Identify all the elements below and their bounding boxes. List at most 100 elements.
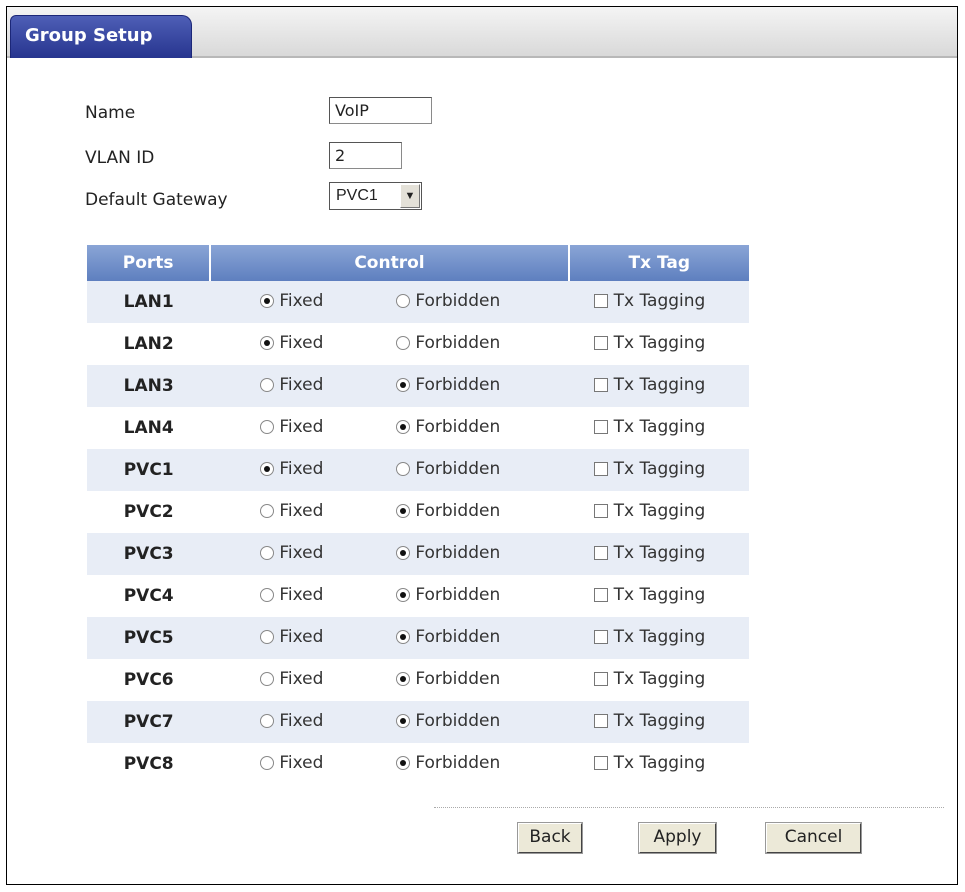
fixed-radio-option[interactable]: Fixed — [260, 459, 323, 479]
forbidden-label: Forbidden — [415, 753, 501, 773]
fixed-radio-option[interactable]: Fixed — [260, 543, 323, 563]
fixed-radio[interactable] — [260, 714, 275, 728]
header-ports: Ports — [87, 245, 212, 281]
fixed-radio[interactable] — [260, 378, 275, 392]
name-label: Name — [85, 103, 136, 123]
forbidden-radio[interactable] — [396, 756, 411, 770]
header-control: Control — [210, 245, 570, 281]
forbidden-radio[interactable] — [396, 336, 411, 350]
control-cell: Fixed Forbidden — [210, 533, 569, 575]
tx-tagging-checkbox[interactable] — [593, 504, 608, 518]
forbidden-radio-option[interactable]: Forbidden — [396, 459, 500, 479]
default-gateway-select[interactable]: PVC1 ▼ — [329, 182, 422, 210]
fixed-radio-option[interactable]: Fixed — [260, 627, 323, 647]
forbidden-radio-option[interactable]: Forbidden — [396, 753, 500, 773]
tx-tagging-option[interactable]: Tx Tagging — [593, 669, 706, 689]
tx-tagging-checkbox[interactable] — [593, 630, 608, 644]
apply-button[interactable]: Apply — [638, 822, 717, 854]
tx-tagging-checkbox[interactable] — [593, 714, 608, 728]
tx-tagging-checkbox[interactable] — [593, 588, 608, 602]
vlan-id-input[interactable]: 2 — [329, 142, 402, 169]
forbidden-radio[interactable] — [396, 294, 411, 308]
fixed-radio-option[interactable]: Fixed — [260, 417, 323, 437]
tx-tagging-checkbox[interactable] — [593, 546, 608, 560]
tx-tagging-checkbox[interactable] — [593, 378, 608, 392]
tx-tagging-option[interactable]: Tx Tagging — [593, 375, 705, 395]
fixed-radio-option[interactable]: Fixed — [260, 753, 323, 773]
tx-tagging-option[interactable]: Tx Tagging — [593, 291, 705, 311]
forbidden-radio-option[interactable]: Forbidden — [396, 375, 500, 395]
tx-tagging-option[interactable]: Tx Tagging — [593, 417, 705, 437]
table-row: LAN4 Fixed Forbidden Tx Tagging — [87, 407, 749, 449]
table-row: PVC4 Fixed Forbidden Tx Tagging — [87, 575, 749, 617]
cancel-button[interactable]: Cancel — [765, 822, 862, 854]
forbidden-radio-option[interactable]: Forbidden — [396, 543, 500, 563]
fixed-radio[interactable] — [260, 672, 275, 686]
forbidden-radio-option[interactable]: Forbidden — [396, 417, 500, 437]
control-cell: Fixed Forbidden — [210, 365, 569, 407]
fixed-radio-option[interactable]: Fixed — [260, 501, 323, 521]
forbidden-radio[interactable] — [396, 420, 411, 434]
forbidden-radio[interactable] — [396, 378, 411, 392]
forbidden-radio-option[interactable]: Forbidden — [396, 711, 500, 731]
tx-tagging-label: Tx Tagging — [613, 501, 706, 521]
table-row: LAN1 Fixed Forbidden Tx Tagging — [87, 281, 749, 323]
tx-tagging-checkbox[interactable] — [593, 672, 608, 686]
tx-tagging-checkbox[interactable] — [593, 420, 608, 434]
forbidden-label: Forbidden — [415, 585, 501, 605]
fixed-radio[interactable] — [260, 420, 275, 434]
fixed-radio[interactable] — [260, 546, 275, 560]
fixed-radio[interactable] — [260, 294, 275, 308]
fixed-radio[interactable] — [260, 588, 275, 602]
control-cell: Fixed Forbidden — [210, 407, 568, 449]
fixed-radio[interactable] — [260, 462, 275, 476]
forbidden-radio[interactable] — [396, 630, 411, 644]
forbidden-radio[interactable] — [396, 714, 411, 728]
tx-tagging-option[interactable]: Tx Tagging — [593, 627, 705, 647]
fixed-label: Fixed — [279, 291, 324, 311]
tx-tagging-label: Tx Tagging — [613, 333, 706, 353]
tx-tagging-checkbox[interactable] — [593, 336, 608, 350]
fixed-radio-option[interactable]: Fixed — [260, 711, 323, 731]
fixed-radio-option[interactable]: Fixed — [260, 291, 323, 311]
tx-tagging-option[interactable]: Tx Tagging — [593, 333, 706, 353]
chevron-down-icon[interactable]: ▼ — [400, 184, 420, 208]
forbidden-radio[interactable] — [396, 588, 411, 602]
forbidden-radio-option[interactable]: Forbidden — [396, 585, 500, 605]
fixed-radio-option[interactable]: Fixed — [260, 669, 323, 689]
fixed-radio-option[interactable]: Fixed — [260, 585, 323, 605]
fixed-radio[interactable] — [260, 336, 275, 350]
forbidden-radio-option[interactable]: Forbidden — [396, 291, 500, 311]
table-header-row: Ports Control Tx Tag — [87, 245, 749, 281]
fixed-radio[interactable] — [260, 504, 275, 518]
tx-tag-cell: Tx Tagging — [569, 323, 749, 365]
fixed-radio-option[interactable]: Fixed — [260, 333, 323, 353]
back-button[interactable]: Back — [517, 822, 583, 854]
tx-tagging-checkbox[interactable] — [593, 294, 608, 308]
forbidden-radio-option[interactable]: Forbidden — [396, 333, 500, 353]
name-input[interactable]: VoIP — [329, 97, 432, 124]
tx-tagging-option[interactable]: Tx Tagging — [593, 501, 706, 521]
forbidden-radio-option[interactable]: Forbidden — [396, 669, 500, 689]
forbidden-radio[interactable] — [396, 504, 411, 518]
forbidden-radio-option[interactable]: Forbidden — [396, 627, 500, 647]
tx-tagging-checkbox[interactable] — [593, 462, 608, 476]
fixed-radio-option[interactable]: Fixed — [260, 375, 323, 395]
tab-group-setup[interactable]: Group Setup — [10, 15, 192, 58]
tx-tagging-option[interactable]: Tx Tagging — [593, 711, 705, 731]
tx-tagging-option[interactable]: Tx Tagging — [593, 543, 705, 563]
fixed-radio[interactable] — [260, 756, 275, 770]
tx-tagging-option[interactable]: Tx Tagging — [593, 585, 705, 605]
forbidden-radio[interactable] — [396, 672, 411, 686]
forbidden-radio-option[interactable]: Forbidden — [396, 501, 500, 521]
fixed-radio[interactable] — [260, 630, 275, 644]
tx-tagging-label: Tx Tagging — [613, 669, 706, 689]
header-tx-tag: Tx Tag — [568, 245, 749, 281]
ports-table: Ports Control Tx Tag LAN1 Fixed Forbidden T… — [87, 245, 749, 785]
forbidden-radio[interactable] — [396, 462, 411, 476]
table-row: PVC1 Fixed Forbidden Tx Tagging — [87, 449, 749, 491]
tx-tagging-option[interactable]: Tx Tagging — [593, 753, 705, 773]
tx-tagging-checkbox[interactable] — [593, 756, 608, 770]
forbidden-radio[interactable] — [396, 546, 411, 560]
tx-tagging-option[interactable]: Tx Tagging — [593, 459, 705, 479]
